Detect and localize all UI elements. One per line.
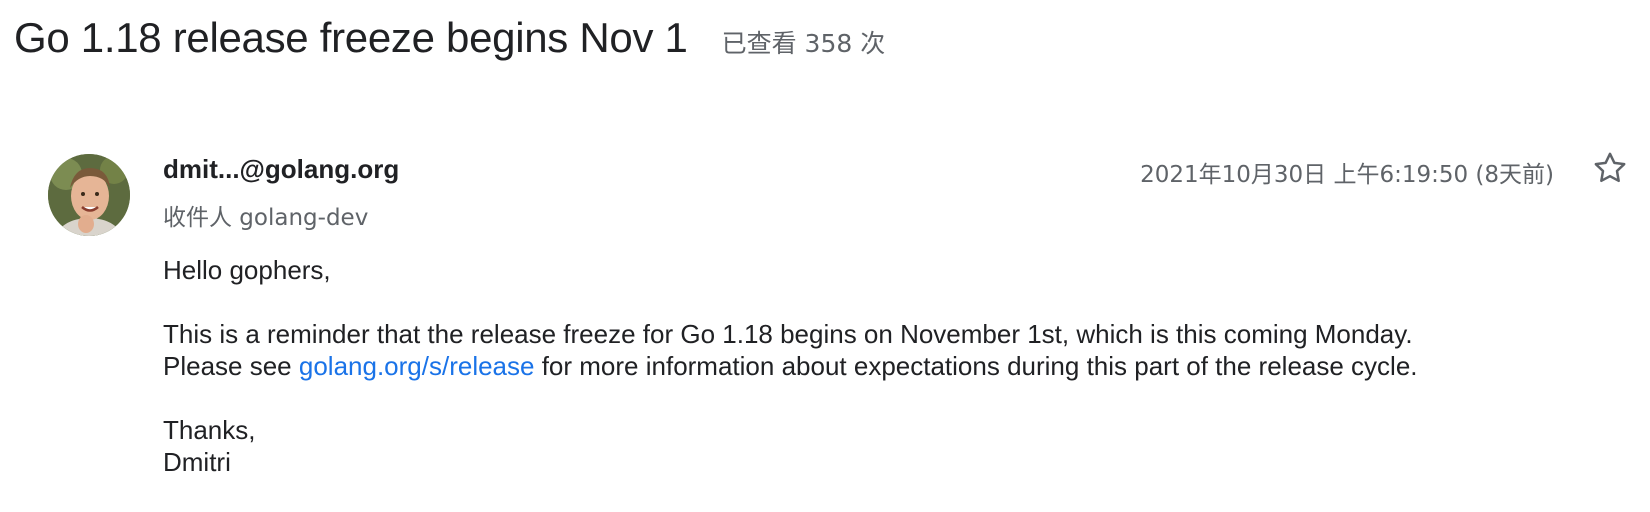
avatar[interactable] [48, 154, 130, 236]
view-count: 已查看 358 次 [721, 29, 886, 58]
message-body: Hello gophers, This is a reminder that t… [163, 254, 1418, 478]
body-closing: Thanks, [163, 415, 256, 445]
star-outline-icon [1594, 152, 1626, 183]
body-greeting: Hello gophers, [163, 255, 331, 285]
body-line-1: This is a reminder that the release free… [163, 319, 1413, 349]
avatar-image [48, 154, 130, 236]
sender-name[interactable]: dmit...@golang.org [163, 154, 399, 185]
star-button[interactable] [1590, 148, 1630, 188]
body-signature: Dmitri [163, 447, 231, 477]
body-line-2-before: Please see [163, 351, 299, 381]
thread-title: Go 1.18 release freeze begins Nov 1 [14, 14, 688, 61]
body-line-2: Please see golang.org/s/release for more… [163, 350, 1418, 382]
release-link[interactable]: golang.org/s/release [299, 351, 535, 381]
message-timestamp: 2021年10月30日 上午6:19:50 (8天前) [1140, 162, 1554, 188]
recipients: 收件人 golang-dev [163, 205, 369, 231]
thread-header: Go 1.18 release freeze begins Nov 1 已查看 … [14, 14, 885, 62]
body-line-2-after: for more information about expectations … [534, 351, 1418, 381]
